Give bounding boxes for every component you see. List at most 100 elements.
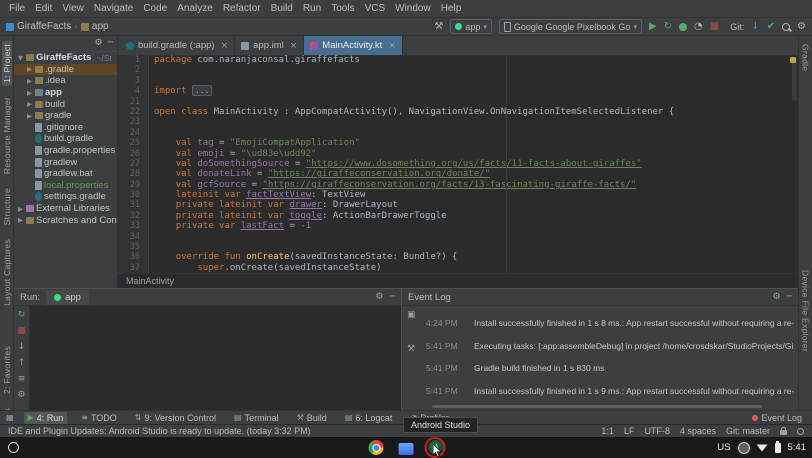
tree-item-app[interactable]: ▶app [14, 87, 117, 99]
stop-icon[interactable]: ■ [17, 327, 26, 336]
editor-breadcrumb[interactable]: MainActivity [118, 273, 798, 288]
soft-wrap-icon[interactable]: ≡ [18, 375, 26, 384]
build-hammer-icon[interactable]: ⚒ [434, 22, 443, 32]
menu-refactor[interactable]: Refactor [218, 3, 266, 14]
breadcrumb-app[interactable]: app [81, 21, 109, 32]
clock-label: 5:41 [788, 442, 807, 453]
minimize-panel-icon[interactable]: ─ [390, 292, 395, 302]
close-tab-icon[interactable]: × [290, 41, 298, 51]
tree-item-build[interactable]: ▶build [14, 98, 117, 110]
project-options-gear-icon[interactable]: ⚙ [95, 39, 103, 48]
profiler-icon[interactable]: ◔ [694, 22, 703, 32]
run-config-selector[interactable]: app ▾ [450, 19, 492, 34]
tree-item-gradle-properties[interactable]: gradle.properties [14, 145, 117, 157]
menu-tools[interactable]: Tools [326, 3, 359, 14]
status-4-spaces[interactable]: 4 spaces [680, 426, 716, 436]
tree-item-build-gradle[interactable]: build.gradle [14, 133, 117, 145]
tree-item-gradlew-bat[interactable]: gradlew.bat [14, 168, 117, 180]
tree-item-settings-gradle[interactable]: settings.gradle [14, 191, 117, 203]
keyboard-layout-label[interactable]: US [717, 442, 730, 453]
files-app-icon[interactable] [399, 443, 414, 455]
menu-file[interactable]: File [4, 3, 30, 14]
panel-settings-gear-icon[interactable]: ⚙ [376, 292, 384, 302]
toolwindow-stripe-1-project[interactable]: 1: Project [2, 41, 12, 86]
toolwindow-button-4-run[interactable]: ▶4: Run [24, 412, 68, 424]
toolwindow-stripe-2-favorites[interactable]: 2: Favorites [2, 343, 12, 397]
settings-gear-icon[interactable]: ⚙ [797, 22, 806, 32]
tree-item-scratches-and-consoles[interactable]: ▶Scratches and Consoles [14, 214, 117, 226]
close-tab-icon[interactable]: × [221, 41, 229, 51]
tree-item-gitignore[interactable]: .gitignore [14, 122, 117, 134]
menu-run[interactable]: Run [298, 3, 326, 14]
console-settings-gear-icon[interactable]: ⚙ [17, 391, 25, 400]
event-log-scrollbar[interactable] [432, 405, 762, 408]
debug-icon[interactable] [679, 23, 687, 31]
tree-item-gradle[interactable]: ▶gradle [14, 110, 117, 122]
todo-icon: ≡ [81, 413, 88, 422]
tree-item-idea[interactable]: ▶.idea [14, 75, 117, 87]
toolwindow-stripe-resource-manager[interactable]: Resource Manager [2, 94, 12, 177]
menu-code[interactable]: Code [138, 3, 172, 14]
edit-filters-icon[interactable]: ▣ [407, 310, 416, 320]
toolwindow-stripe-gradle[interactable]: Gradle [801, 41, 811, 74]
rerun-icon[interactable]: ↻ [18, 311, 26, 320]
search-icon[interactable] [782, 23, 790, 31]
git-update-icon[interactable]: ↓ [751, 22, 759, 32]
status-1-1[interactable]: 1:1 [601, 426, 614, 436]
toolwindow-stripe-structure[interactable]: Structure [2, 185, 12, 228]
git-commit-icon[interactable]: ✔ [767, 22, 775, 32]
system-tray[interactable]: US 5:41 [717, 437, 806, 458]
scroll-down-icon[interactable]: ↓ [18, 343, 26, 352]
menu-vcs[interactable]: VCS [360, 3, 391, 14]
device-selector[interactable]: Google Google Pixelbook Go ▾ [499, 19, 642, 34]
editor-tab-build-gradle-app[interactable]: build.gradle (:app)× [120, 36, 235, 55]
scroll-up-icon[interactable]: ↑ [18, 359, 26, 368]
status-lf[interactable]: LF [624, 426, 635, 436]
status-right-items: 1:1 LF UTF-8 4 spaces Git: master [601, 426, 770, 436]
tree-item-gradlew[interactable]: gradlew [14, 156, 117, 168]
hide-panel-icon[interactable]: ─ [108, 39, 113, 48]
notifications-icon[interactable] [797, 428, 804, 435]
menu-edit[interactable]: Edit [30, 3, 57, 14]
launcher-icon[interactable] [8, 442, 19, 453]
toolwindow-button-build[interactable]: ⚒Build [293, 412, 331, 424]
toolwindow-button-todo[interactable]: ≡TODO [77, 412, 121, 424]
toolwindow-button-6-logcat[interactable]: ▤6: Logcat [341, 412, 397, 424]
menu-view[interactable]: View [57, 3, 89, 14]
code-area[interactable]: 1package com.naranjaconsal.giraffefacts2… [118, 55, 798, 274]
toolwindow-button-event-log[interactable]: ● Event Log [747, 412, 806, 424]
run-console-output[interactable] [30, 306, 401, 410]
status-message[interactable]: IDE and Plugin Updates: Android Studio i… [8, 426, 311, 436]
editor-scrollbar[interactable] [792, 57, 797, 101]
menu-build[interactable]: Build [266, 3, 298, 14]
menu-analyze[interactable]: Analyze [172, 3, 218, 14]
run-tab-app[interactable]: app [46, 290, 89, 305]
chrome-icon[interactable] [369, 440, 384, 455]
panel-settings-gear-icon[interactable]: ⚙ [773, 292, 781, 302]
lock-icon[interactable] [780, 430, 787, 435]
editor-tab-mainactivity-kt[interactable]: MainActivity.kt× [304, 36, 403, 55]
avatar[interactable] [738, 442, 750, 454]
close-tab-icon[interactable]: × [388, 41, 396, 51]
breadcrumb-giraffefacts[interactable]: GiraffeFacts [6, 21, 71, 32]
tree-item-external-libraries[interactable]: ▶External Libraries [14, 203, 117, 215]
minimize-panel-icon[interactable]: ─ [787, 292, 792, 302]
toolwindow-stripe-device-file-explorer[interactable]: Device File Explorer [801, 267, 811, 355]
apply-changes-icon[interactable]: ↻ [664, 22, 672, 32]
status-utf-8[interactable]: UTF-8 [644, 426, 670, 436]
tree-item-giraffefacts[interactable]: ▼GiraffeFacts~/St [14, 52, 117, 64]
editor-tab-app-iml[interactable]: app.iml× [235, 36, 304, 55]
toolwindow-button-terminal[interactable]: ▤Terminal [230, 412, 283, 424]
toolwindow-button-9-version-control[interactable]: ⇅9: Version Control [131, 412, 220, 424]
stop-icon[interactable]: ■ [710, 22, 719, 32]
status-git-master[interactable]: Git: master [726, 426, 770, 436]
run-icon[interactable]: ▶ [649, 22, 657, 32]
toolwindow-stripe-layout-captures[interactable]: Layout Captures [2, 236, 12, 309]
toolwindow-switcher-icon[interactable]: ▦ [6, 413, 14, 422]
tree-item-local-properties[interactable]: local.properties [14, 180, 117, 192]
menu-navigate[interactable]: Navigate [89, 3, 138, 14]
menu-window[interactable]: Window [390, 3, 436, 14]
tree-item-gradle[interactable]: ▶.gradle [14, 64, 117, 76]
wrench-icon[interactable]: ⚒ [407, 344, 415, 354]
menu-help[interactable]: Help [436, 3, 467, 14]
